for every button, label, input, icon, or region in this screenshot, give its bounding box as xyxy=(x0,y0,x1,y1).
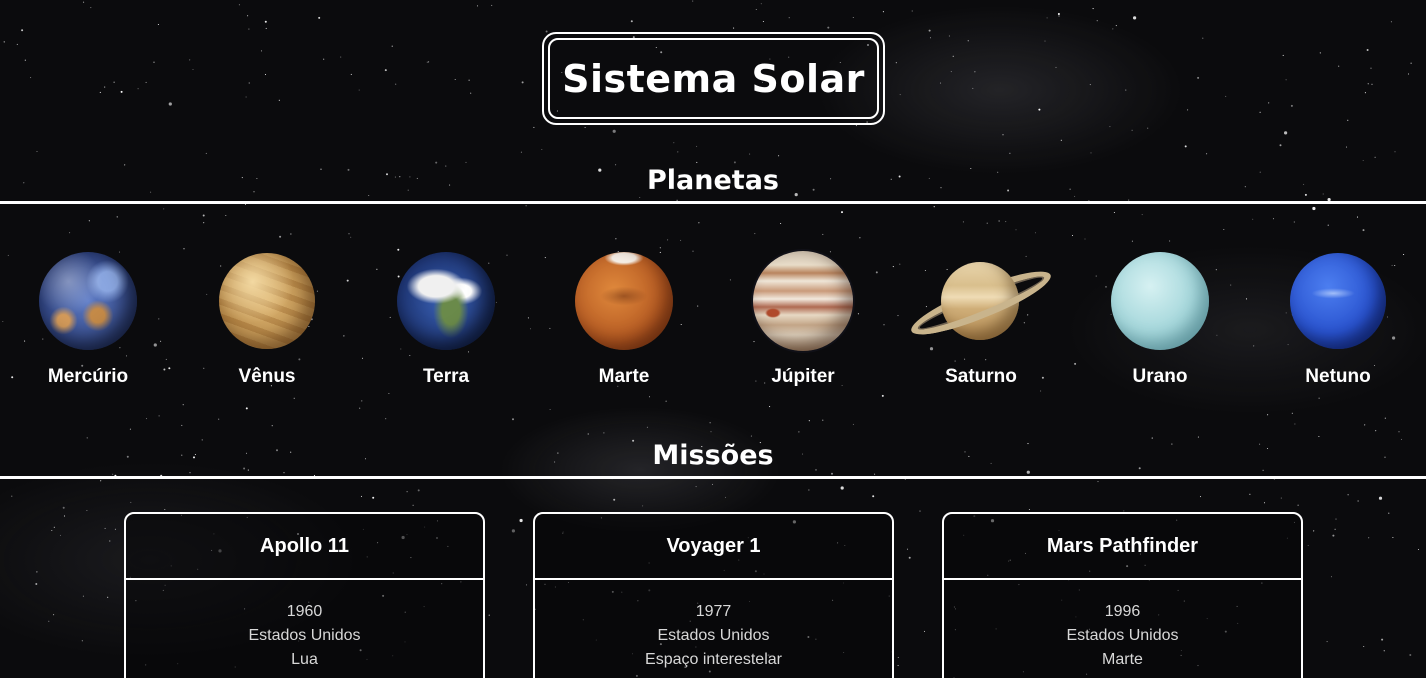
planet-list: Mercúrio Vênus Terra Marte Júpiter Satur… xyxy=(0,240,1426,400)
saturn-image xyxy=(905,248,1057,352)
planet-item-mercurio[interactable]: Mercúrio xyxy=(8,240,168,400)
missions-section-title: Missões xyxy=(652,440,774,471)
planet-name: Urano xyxy=(1132,366,1188,387)
earth-image xyxy=(397,252,495,350)
mission-card-apollo-11[interactable]: Apollo 11 1960 Estados Unidos Lua xyxy=(124,512,485,678)
jupiter-image xyxy=(753,251,853,351)
planet-name: Netuno xyxy=(1305,366,1371,387)
planet-item-netuno[interactable]: Netuno xyxy=(1258,240,1418,400)
mission-destination: Marte xyxy=(1102,651,1143,668)
planet-item-urano[interactable]: Urano xyxy=(1080,240,1240,400)
site-title: Sistema Solar xyxy=(562,56,865,101)
mercury-image xyxy=(39,252,137,350)
mission-year: 1996 xyxy=(1104,603,1141,620)
venus-image xyxy=(219,253,315,349)
planet-item-marte[interactable]: Marte xyxy=(544,240,704,400)
mission-destination: Lua xyxy=(291,651,318,668)
mission-card-mars-pathfinder[interactable]: Mars Pathfinder 1996 Estados Unidos Mart… xyxy=(942,512,1303,678)
planet-name: Júpiter xyxy=(771,366,835,387)
planets-divider xyxy=(0,201,1426,204)
missions-divider xyxy=(0,476,1426,479)
mission-country: Estados Unidos xyxy=(248,627,361,644)
mission-name: Voyager 1 xyxy=(535,514,892,580)
planet-name: Terra xyxy=(422,366,470,387)
planet-item-jupiter[interactable]: Júpiter xyxy=(723,240,883,400)
neptune-image xyxy=(1290,253,1386,349)
planet-item-venus[interactable]: Vênus xyxy=(187,240,347,400)
planet-name: Marte xyxy=(598,366,650,387)
mission-year: 1977 xyxy=(695,603,732,620)
mission-country: Estados Unidos xyxy=(1066,627,1179,644)
mission-year: 1960 xyxy=(286,603,323,620)
mission-country: Estados Unidos xyxy=(657,627,770,644)
site-title-frame: Sistema Solar xyxy=(542,32,885,125)
mars-image xyxy=(575,252,673,350)
planet-name: Mercúrio xyxy=(47,366,129,387)
planet-item-saturno[interactable]: Saturno xyxy=(901,240,1061,400)
mission-name: Mars Pathfinder xyxy=(944,514,1301,580)
mission-card-voyager-1[interactable]: Voyager 1 1977 Estados Unidos Espaço int… xyxy=(533,512,894,678)
planet-item-terra[interactable]: Terra xyxy=(366,240,526,400)
planet-name: Vênus xyxy=(238,366,296,387)
mission-name: Apollo 11 xyxy=(126,514,483,580)
uranus-image xyxy=(1111,252,1209,350)
planets-section-title: Planetas xyxy=(647,165,779,196)
planet-name: Saturno xyxy=(945,366,1017,387)
mission-destination: Espaço interestelar xyxy=(645,651,782,668)
